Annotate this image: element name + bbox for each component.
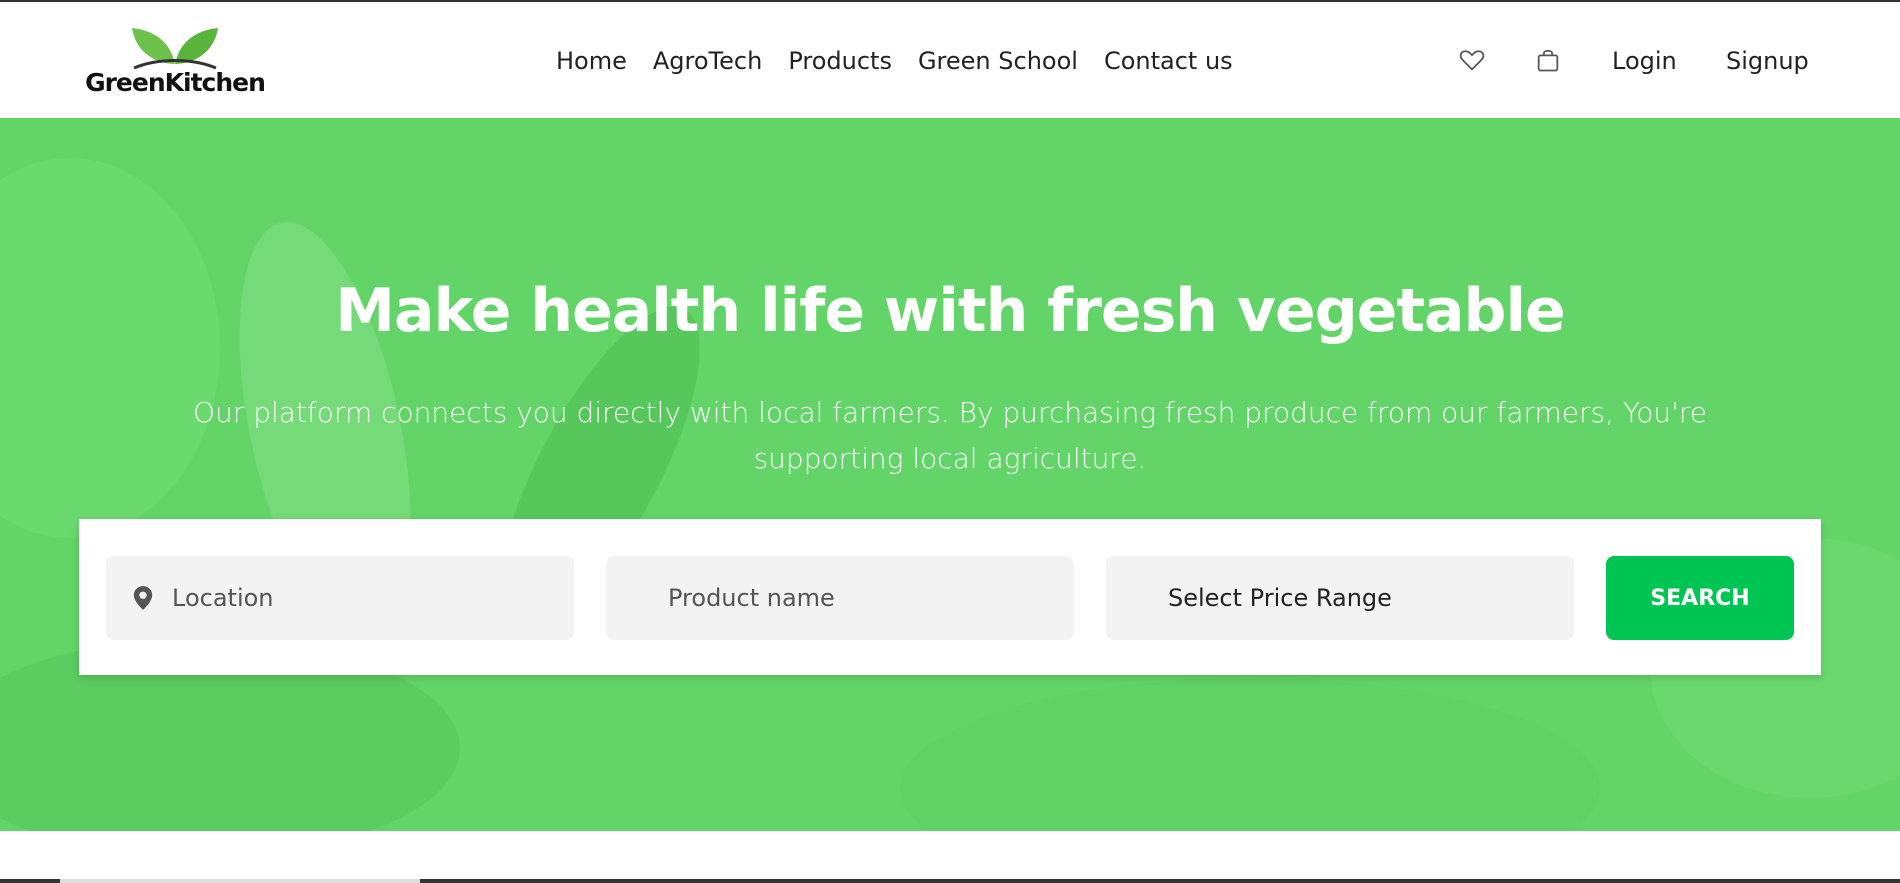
nav-item-home[interactable]: Home bbox=[556, 46, 627, 76]
main-nav: Home AgroTech Products Green School Cont… bbox=[556, 46, 1259, 76]
leaf-logo-icon bbox=[132, 28, 218, 70]
decorative-shape bbox=[900, 678, 1600, 831]
nav-item-agrotech[interactable]: AgroTech bbox=[653, 46, 762, 76]
nav-item-products[interactable]: Products bbox=[788, 46, 892, 76]
nav-item-green-school[interactable]: Green School bbox=[918, 46, 1078, 76]
hero-subtitle: Our platform connects you directly with … bbox=[193, 396, 1707, 475]
hero-title: Make health life with fresh vegetable bbox=[335, 276, 1565, 346]
search-button[interactable]: SEARCH bbox=[1606, 556, 1794, 640]
login-link[interactable]: Login bbox=[1612, 46, 1677, 76]
signup-link[interactable]: Signup bbox=[1726, 46, 1809, 76]
map-pin-icon bbox=[133, 586, 153, 610]
heart-icon[interactable] bbox=[1458, 46, 1488, 76]
hero-banner: Make health life with fresh vegetable Ou… bbox=[0, 118, 1900, 831]
search-panel: Location Product name Select Price Range… bbox=[79, 519, 1821, 675]
location-placeholder: Location bbox=[172, 584, 274, 612]
page-footer-strip bbox=[0, 831, 1900, 883]
site-header: GreenKitchen Home AgroTech Products Gree… bbox=[0, 2, 1900, 118]
product-name-input[interactable]: Product name bbox=[606, 556, 1074, 640]
horizontal-scrollbar[interactable] bbox=[60, 879, 420, 883]
nav-item-contact-us[interactable]: Contact us bbox=[1104, 46, 1233, 76]
shopping-bag-icon[interactable] bbox=[1534, 46, 1564, 76]
price-range-select[interactable]: Select Price Range bbox=[1106, 556, 1574, 640]
price-range-value: Select Price Range bbox=[1168, 584, 1392, 612]
brand-name: GreenKitchen bbox=[85, 68, 266, 97]
product-name-placeholder: Product name bbox=[668, 584, 835, 612]
brand-logo[interactable]: GreenKitchen bbox=[80, 24, 270, 104]
location-input[interactable]: Location bbox=[106, 556, 574, 640]
